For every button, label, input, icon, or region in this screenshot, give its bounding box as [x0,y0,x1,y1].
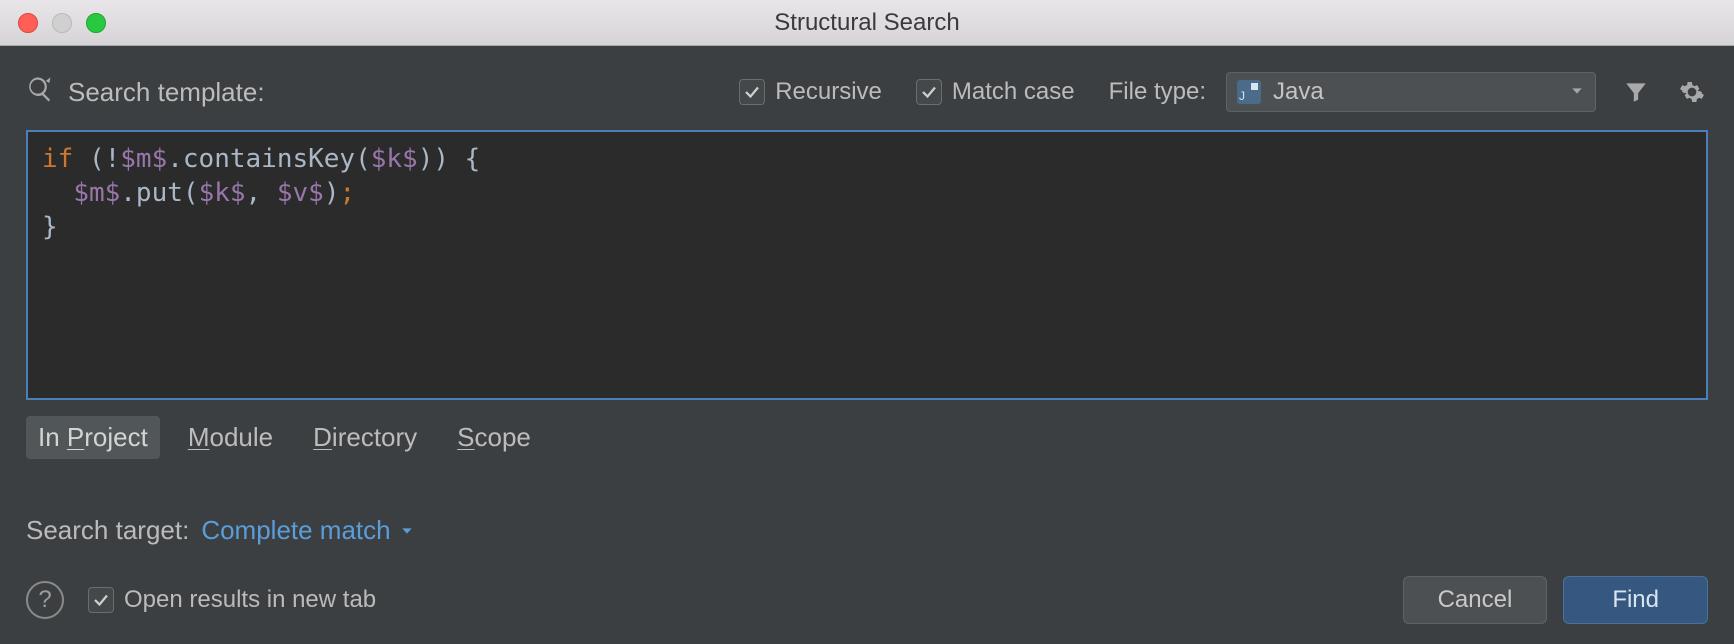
search-target-row: Search target: Complete match [26,515,1708,546]
open-new-tab-label: Open results in new tab [124,586,376,614]
open-new-tab-wrap[interactable]: Open results in new tab [88,586,376,614]
match-case-checkbox[interactable] [916,79,942,105]
recursive-label: Recursive [775,78,882,106]
toolbar-row: Search template: Recursive Match case Fi… [26,72,1708,112]
open-new-tab-checkbox[interactable] [88,587,114,613]
search-template-label: Search template: [68,77,265,108]
file-type-value: Java [1273,78,1557,106]
file-type-select[interactable]: J Java [1226,72,1596,112]
search-icon[interactable] [26,75,54,110]
search-template-editor[interactable]: if (!$m$.containsKey($k$)) { $m$.put($k$… [26,130,1708,400]
match-case-checkbox-wrap[interactable]: Match case [916,78,1075,106]
scope-tab-module[interactable]: Module [176,416,285,459]
scope-tab-directory[interactable]: Directory [301,416,429,459]
search-target-value: Complete match [201,515,390,546]
scope-tab-scope[interactable]: Scope [445,416,543,459]
search-target-dropdown[interactable]: Complete match [201,515,414,546]
gear-icon[interactable] [1676,76,1708,108]
file-type-label: File type: [1109,78,1206,106]
find-button[interactable]: Find [1563,576,1708,624]
match-case-label: Match case [952,78,1075,106]
filter-icon[interactable] [1620,76,1652,108]
dialog-content: Search template: Recursive Match case Fi… [0,46,1734,644]
search-target-label: Search target: [26,515,189,546]
java-file-icon: J [1237,80,1261,104]
help-button[interactable]: ? [26,581,64,619]
scope-tabs: In Project Module Directory Scope [26,416,1708,459]
scope-tab-in-project[interactable]: In Project [26,416,160,459]
recursive-checkbox[interactable] [739,79,765,105]
recursive-checkbox-wrap[interactable]: Recursive [739,78,882,106]
window-title: Structural Search [0,9,1734,37]
cancel-button[interactable]: Cancel [1403,576,1548,624]
titlebar: Structural Search [0,0,1734,46]
chevron-down-icon [1569,78,1585,106]
bottom-row: ? Open results in new tab Cancel Find [26,576,1708,624]
